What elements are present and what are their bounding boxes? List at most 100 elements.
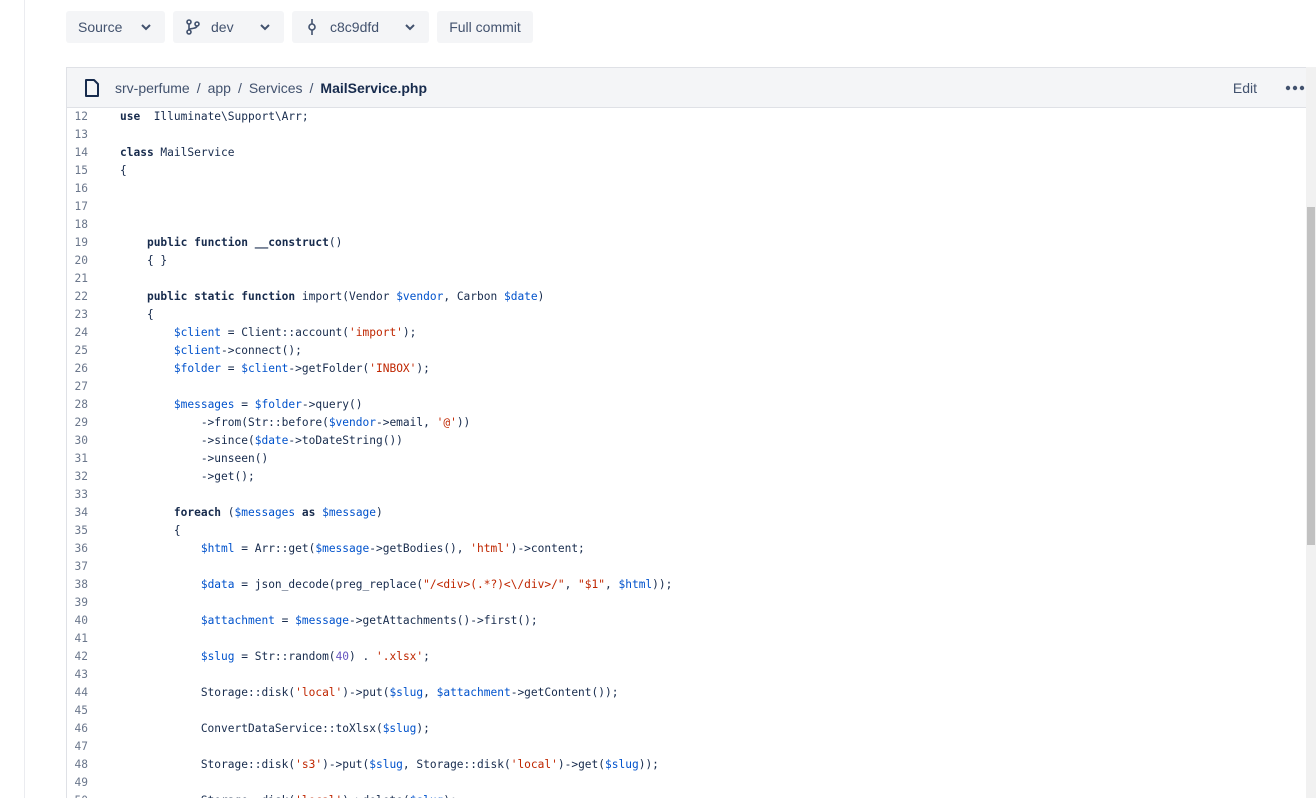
line-number[interactable]: 16 <box>67 180 88 198</box>
code-token: 'local' <box>295 794 342 798</box>
line-number[interactable]: 35 <box>67 522 88 540</box>
line-number[interactable]: 40 <box>67 612 88 630</box>
line-number[interactable]: 28 <box>67 396 88 414</box>
code-token: $messages <box>173 398 235 411</box>
line-number[interactable]: 45 <box>67 702 88 720</box>
code-token: ->toDateString()) <box>288 434 403 447</box>
line-number[interactable]: 23 <box>67 306 88 324</box>
full-commit-label: Full commit <box>449 19 521 35</box>
scrollbar-thumb[interactable] <box>1307 207 1315 545</box>
code-line: 25 $client->connect(); <box>67 342 1306 360</box>
line-number[interactable]: 22 <box>67 288 88 306</box>
code-token: $message <box>322 506 377 519</box>
code-line: 24 $client = Client::account('import'); <box>67 324 1306 342</box>
line-number[interactable]: 33 <box>67 486 88 504</box>
code-token: , <box>605 578 619 591</box>
breadcrumb-item[interactable]: app <box>208 80 231 96</box>
code-line: 22 public static function import(Vendor … <box>67 288 1306 306</box>
line-number[interactable]: 18 <box>67 216 88 234</box>
commit-dropdown[interactable]: c8c9dfd <box>292 11 429 43</box>
line-number[interactable]: 41 <box>67 630 88 648</box>
line-number[interactable]: 21 <box>67 270 88 288</box>
line-number[interactable]: 17 <box>67 198 88 216</box>
line-number[interactable]: 50 <box>67 792 88 798</box>
line-number[interactable]: 36 <box>67 540 88 558</box>
line-number[interactable]: 12 <box>67 108 88 126</box>
code-text: ->unseen() <box>120 450 268 468</box>
source-dropdown[interactable]: Source <box>66 11 165 43</box>
line-number[interactable]: 46 <box>67 720 88 738</box>
line-number[interactable]: 31 <box>67 450 88 468</box>
code-line: 40 $attachment = $message->getAttachment… <box>67 612 1306 630</box>
code-token: Storage::disk( <box>120 758 296 771</box>
code-token: = json_decode(preg_replace( <box>234 578 424 591</box>
code-text: { <box>120 522 181 540</box>
commit-icon <box>304 19 320 35</box>
line-number[interactable]: 37 <box>67 558 88 576</box>
code-token: $data <box>200 578 235 591</box>
breadcrumb-item[interactable]: Services <box>249 80 303 96</box>
breadcrumb-item[interactable]: srv-perfume <box>115 80 190 96</box>
code-view[interactable]: 12 use Illuminate\Support\Arr; 13 14 class M… <box>67 108 1306 798</box>
line-number[interactable]: 26 <box>67 360 88 378</box>
code-token: ->getContent()); <box>510 686 619 699</box>
code-token: $folder <box>173 362 222 375</box>
code-text: ->from(Str::before($vendor->email, '@')) <box>120 414 470 432</box>
code-line: 46 ConvertDataService::toXlsx($slug); <box>67 720 1306 738</box>
scrollbar[interactable] <box>1306 67 1316 798</box>
code-token: $html <box>618 578 653 591</box>
code-text: public static function import(Vendor $ve… <box>120 288 544 306</box>
line-number[interactable]: 34 <box>67 504 88 522</box>
line-number[interactable]: 47 <box>67 738 88 756</box>
line-number[interactable]: 14 <box>67 144 88 162</box>
line-number[interactable]: 49 <box>67 774 88 792</box>
code-text: $data = json_decode(preg_replace("/<div>… <box>120 576 673 594</box>
code-line: 26 $folder = $client->getFolder('INBOX')… <box>67 360 1306 378</box>
code-token: $attachment <box>200 614 275 627</box>
code-token: )->put( <box>322 758 370 771</box>
line-number[interactable]: 39 <box>67 594 88 612</box>
code-token: ); <box>416 722 430 735</box>
line-number[interactable]: 24 <box>67 324 88 342</box>
code-text: { } <box>120 252 167 270</box>
code-token: ); <box>416 362 430 375</box>
chevron-down-icon <box>403 20 417 34</box>
code-text: { <box>120 162 127 180</box>
line-number[interactable]: 43 <box>67 666 88 684</box>
line-number[interactable]: 25 <box>67 342 88 360</box>
line-number[interactable]: 42 <box>67 648 88 666</box>
line-number[interactable]: 32 <box>67 468 88 486</box>
more-options-icon[interactable] <box>1283 78 1307 98</box>
edit-button[interactable]: Edit <box>1233 80 1257 96</box>
line-number[interactable]: 13 <box>67 126 88 144</box>
code-token: $date <box>503 290 538 303</box>
line-number[interactable]: 15 <box>67 162 88 180</box>
code-line: 19 public function __construct() <box>67 234 1306 252</box>
code-text: ->get(); <box>120 468 255 486</box>
full-commit-button[interactable]: Full commit <box>437 11 533 43</box>
line-number[interactable]: 27 <box>67 378 88 396</box>
breadcrumb-separator: / <box>237 79 242 96</box>
line-number[interactable]: 29 <box>67 414 88 432</box>
line-number[interactable]: 38 <box>67 576 88 594</box>
line-number[interactable]: 44 <box>67 684 88 702</box>
branch-dropdown[interactable]: dev <box>173 11 284 43</box>
code-text: public function __construct() <box>120 234 342 252</box>
code-token: foreach <box>173 506 222 519</box>
code-token: = Client::account( <box>221 326 350 339</box>
code-token: $message <box>295 614 350 627</box>
code-token: $client <box>173 344 222 357</box>
code-token: = <box>274 614 296 627</box>
code-token: $vendor <box>328 416 376 429</box>
branch-label: dev <box>211 19 234 35</box>
code-text: $messages = $folder->query() <box>120 396 363 414</box>
code-token: $slug <box>369 758 403 771</box>
line-number[interactable]: 20 <box>67 252 88 270</box>
line-number[interactable]: 30 <box>67 432 88 450</box>
line-number[interactable]: 48 <box>67 756 88 774</box>
line-number[interactable]: 19 <box>67 234 88 252</box>
